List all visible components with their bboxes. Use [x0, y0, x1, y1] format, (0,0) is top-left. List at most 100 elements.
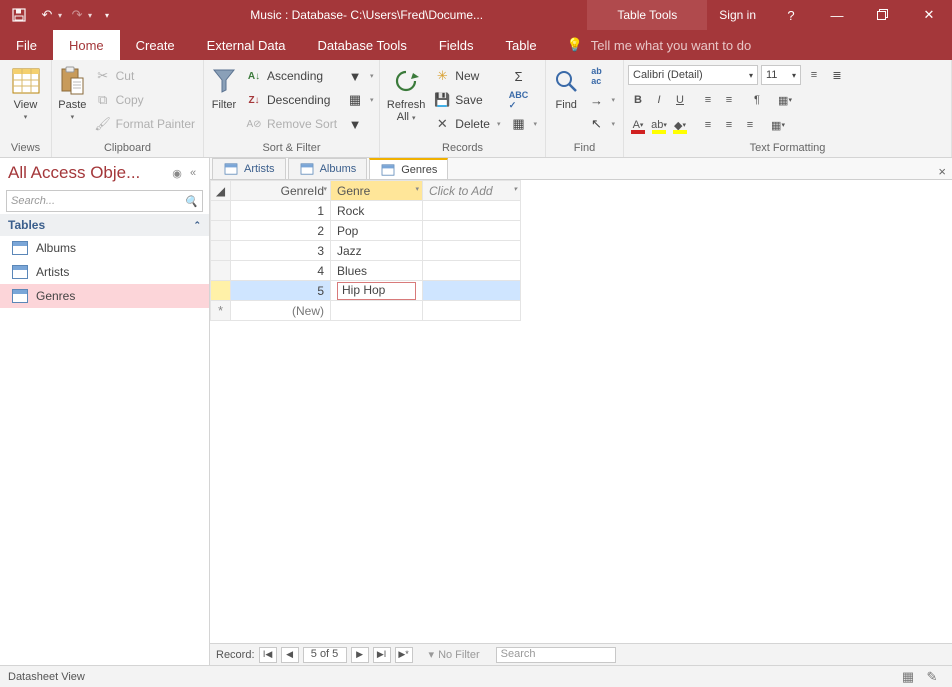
- font-color-button[interactable]: A▾: [628, 115, 648, 135]
- next-record-button[interactable]: ▶: [351, 647, 369, 663]
- delete-record-button[interactable]: ✕Delete▾: [430, 113, 504, 135]
- view-button[interactable]: View ▾: [4, 63, 47, 121]
- doc-tab-artists[interactable]: Artists: [212, 158, 286, 179]
- align-right-icon[interactable]: ≡: [740, 115, 760, 135]
- gridlines-icon[interactable]: ▦▾: [775, 90, 795, 110]
- dropdown-icon[interactable]: ▾: [415, 185, 419, 193]
- numbering-icon[interactable]: ≣: [827, 65, 847, 85]
- descending-button[interactable]: Z↓Descending: [242, 89, 341, 111]
- dropdown-icon[interactable]: ▾: [323, 185, 327, 193]
- ascending-button[interactable]: A↓Ascending: [242, 65, 341, 87]
- refresh-all-button[interactable]: RefreshAll ▾: [384, 63, 428, 125]
- table-row[interactable]: 4Blues: [211, 261, 521, 281]
- doc-tab-genres[interactable]: Genres: [369, 158, 448, 179]
- minimize-icon[interactable]: —: [814, 0, 860, 30]
- table-icon: [12, 241, 28, 255]
- col-header-genre[interactable]: Genre▾: [331, 181, 423, 201]
- undo-icon[interactable]: ↶: [34, 2, 60, 28]
- totals-button[interactable]: Σ: [506, 65, 541, 87]
- cut-button[interactable]: ✂Cut: [91, 65, 199, 87]
- col-header-genreid[interactable]: GenreId▾: [231, 181, 331, 201]
- table-row[interactable]: 2Pop: [211, 221, 521, 241]
- bullets-icon[interactable]: ≡: [804, 65, 824, 85]
- nav-header[interactable]: All Access Obje...: [8, 163, 140, 183]
- align-center-icon[interactable]: ≡: [719, 115, 739, 135]
- paste-button[interactable]: Paste ▾: [56, 63, 89, 121]
- table-icon: [382, 164, 395, 175]
- first-record-button[interactable]: I◀: [259, 647, 277, 663]
- table-row[interactable]: 3Jazz: [211, 241, 521, 261]
- design-view-switch-icon[interactable]: ✎: [920, 668, 944, 686]
- table-row[interactable]: 5 Hip Hop: [211, 281, 521, 301]
- save-icon[interactable]: [6, 2, 32, 28]
- alt-row-color-icon[interactable]: ▦▾: [768, 115, 788, 135]
- tab-file[interactable]: File: [0, 30, 53, 60]
- highlight-button[interactable]: ab▾: [649, 115, 669, 135]
- nav-item-albums[interactable]: Albums: [0, 236, 209, 260]
- format-painter-button[interactable]: 🖌Format Painter: [91, 113, 199, 135]
- filter-button[interactable]: Filter: [208, 63, 240, 111]
- fill-color-button[interactable]: ◆▾: [670, 115, 690, 135]
- sort-desc-icon: Z↓: [246, 92, 262, 108]
- spelling-button[interactable]: ABC✓: [506, 89, 541, 111]
- restore-icon[interactable]: [860, 0, 906, 30]
- new-record-nav-button[interactable]: ▶*: [395, 647, 413, 663]
- selection-filter-button[interactable]: ▼▾: [343, 65, 378, 87]
- doc-tab-albums[interactable]: Albums: [288, 158, 368, 179]
- filter-indicator[interactable]: ▾No Filter: [429, 648, 480, 661]
- nav-item-genres[interactable]: Genres: [0, 284, 209, 308]
- font-name-select[interactable]: Calibri (Detail)▾: [628, 65, 758, 85]
- customize-qat-icon[interactable]: ▾: [94, 2, 120, 28]
- nav-item-artists[interactable]: Artists: [0, 260, 209, 284]
- tab-fields[interactable]: Fields: [423, 30, 490, 60]
- tab-external-data[interactable]: External Data: [191, 30, 302, 60]
- advanced-icon: ▦: [347, 92, 363, 108]
- nav-group-tables[interactable]: Tables⌃: [0, 214, 209, 236]
- font-size-select[interactable]: 11▾: [761, 65, 801, 85]
- text-direction-icon[interactable]: ¶: [747, 90, 767, 110]
- align-left-icon[interactable]: ≡: [698, 115, 718, 135]
- tab-table[interactable]: Table: [490, 30, 553, 60]
- col-header-add[interactable]: Click to Add▾: [423, 181, 521, 201]
- new-record-button[interactable]: ✳New: [430, 65, 504, 87]
- datasheet-view-switch-icon[interactable]: ▦: [896, 668, 920, 686]
- replace-button[interactable]: abac: [584, 65, 619, 87]
- nav-collapse-icon[interactable]: «: [185, 167, 201, 179]
- copy-button[interactable]: ⧉Copy: [91, 89, 199, 111]
- genre-cell-input[interactable]: Hip Hop: [337, 282, 416, 300]
- redo-icon[interactable]: ↷: [64, 2, 90, 28]
- save-record-button[interactable]: 💾Save: [430, 89, 504, 111]
- nav-menu-icon[interactable]: ◉: [169, 167, 185, 180]
- record-label: Record:: [216, 649, 255, 661]
- more-records-button[interactable]: ▦▾: [506, 113, 541, 135]
- record-position-input[interactable]: 5 of 5: [303, 647, 347, 663]
- tab-home[interactable]: Home: [53, 30, 120, 60]
- italic-button[interactable]: I: [649, 90, 669, 110]
- prev-record-button[interactable]: ◀: [281, 647, 299, 663]
- bold-button[interactable]: B: [628, 90, 648, 110]
- record-search-input[interactable]: Search: [496, 647, 616, 663]
- select-all-corner[interactable]: ◢: [211, 181, 231, 201]
- goto-button[interactable]: →▾: [584, 89, 619, 111]
- table-row[interactable]: 1Rock: [211, 201, 521, 221]
- remove-sort-button[interactable]: A⊘Remove Sort: [242, 113, 341, 135]
- find-button[interactable]: Find: [550, 63, 582, 111]
- dropdown-icon[interactable]: ▾: [513, 185, 517, 193]
- close-icon[interactable]: ✕: [906, 0, 952, 30]
- tell-me-search[interactable]: 💡 Tell me what you want to do: [553, 30, 766, 60]
- new-row[interactable]: *(New): [211, 301, 521, 321]
- toggle-filter-button[interactable]: ▼: [343, 113, 378, 135]
- signin-button[interactable]: Sign in: [707, 0, 768, 30]
- tab-create[interactable]: Create: [120, 30, 191, 60]
- help-icon[interactable]: ?: [768, 0, 814, 30]
- last-record-button[interactable]: ▶I: [373, 647, 391, 663]
- select-button[interactable]: ↖▾: [584, 113, 619, 135]
- funnel-icon: [208, 65, 240, 97]
- indent-increase-icon[interactable]: ≡: [719, 90, 739, 110]
- indent-decrease-icon[interactable]: ≡: [698, 90, 718, 110]
- underline-button[interactable]: U: [670, 90, 690, 110]
- close-tab-icon[interactable]: ×: [938, 164, 946, 179]
- nav-search-input[interactable]: Search... 🔍: [6, 190, 203, 212]
- tab-database-tools[interactable]: Database Tools: [301, 30, 422, 60]
- advanced-filter-button[interactable]: ▦▾: [343, 89, 378, 111]
